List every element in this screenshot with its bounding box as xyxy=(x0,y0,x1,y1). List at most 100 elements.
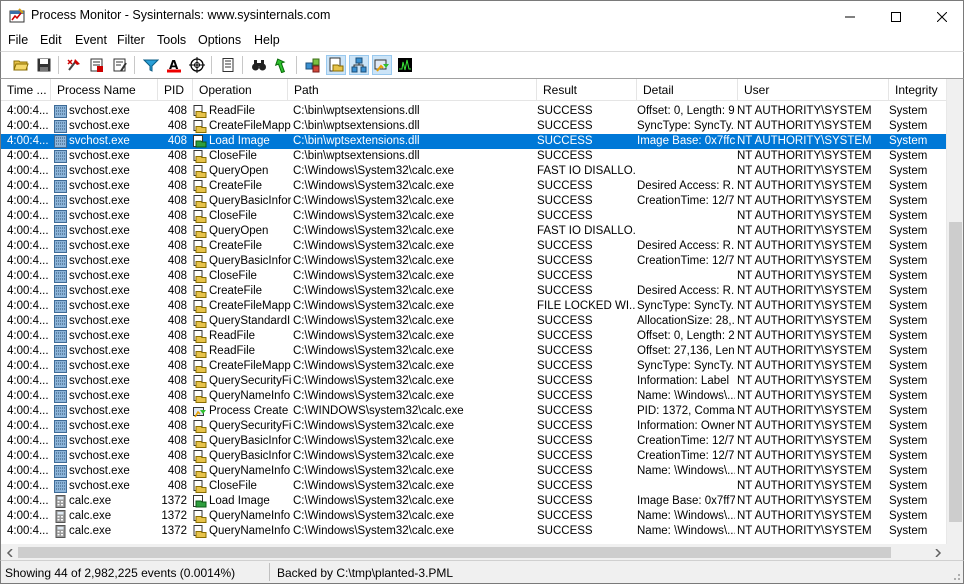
column-header-path[interactable]: Path xyxy=(288,79,537,101)
menu-filter[interactable]: Filter xyxy=(117,33,145,47)
event-row[interactable]: 4:00:4... svchost.exe 408 QuerySecurityFile… xyxy=(1,374,946,389)
file-operation-icon xyxy=(193,465,207,478)
process-tree-button[interactable] xyxy=(218,55,238,75)
chevron-left-icon xyxy=(6,548,13,557)
profiling-events-button[interactable] xyxy=(395,55,415,75)
service-host-icon xyxy=(54,225,67,238)
event-row[interactable]: 4:00:4... svchost.exe 408 ReadFile C:\Window… xyxy=(1,329,946,344)
include-process-button[interactable] xyxy=(187,55,207,75)
save-icon xyxy=(37,58,51,72)
file-operation-icon xyxy=(193,345,207,358)
event-row[interactable]: 4:00:4... svchost.exe 408 CreateFileMapp...… xyxy=(1,359,946,374)
event-list[interactable]: Time ... Process Name PID Operation Path… xyxy=(0,78,964,560)
pid-cell: 408 xyxy=(167,300,187,312)
column-header-time[interactable]: Time ... xyxy=(1,79,51,101)
event-row[interactable]: 4:00:4... svchost.exe 408 CreateFileMapp...… xyxy=(1,299,946,314)
service-host-icon xyxy=(54,390,67,403)
path-cell: C:\Windows\System32\calc.exe xyxy=(293,300,455,312)
result-cell: SUCCESS xyxy=(537,270,593,282)
save-button[interactable] xyxy=(34,55,54,75)
menu-options[interactable]: Options xyxy=(198,33,241,47)
horizontal-scrollbar[interactable] xyxy=(1,544,946,560)
event-row[interactable]: 4:00:4... svchost.exe 408 ReadFile C:\Window… xyxy=(1,344,946,359)
registry-activity-button[interactable] xyxy=(303,55,323,75)
file-activity-button[interactable] xyxy=(326,55,346,75)
highlight-button[interactable]: A xyxy=(164,55,184,75)
event-row[interactable]: 4:00:4... svchost.exe 408 QueryStandardI...… xyxy=(1,314,946,329)
menu-help[interactable]: Help xyxy=(254,33,280,47)
event-row[interactable]: 4:00:4... svchost.exe 408 QueryBasicInfor..… xyxy=(1,254,946,269)
time-cell: 4:00:4... xyxy=(7,255,49,267)
resize-grip-icon[interactable] xyxy=(949,569,961,581)
vertical-scrollbar-thumb[interactable] xyxy=(949,222,962,522)
event-row[interactable]: 4:00:4... svchost.exe 408 QueryNameInfo... C… xyxy=(1,389,946,404)
event-row[interactable]: 4:00:4... svchost.exe 408 ReadFile C:\bin\wp… xyxy=(1,104,946,119)
process-create-icon xyxy=(193,407,206,418)
event-row[interactable]: 4:00:4... svchost.exe 408 QueryOpen C:\Windo… xyxy=(1,224,946,239)
event-row[interactable]: 4:00:4... svchost.exe 408 QueryBasicInfor..… xyxy=(1,449,946,464)
filter-button[interactable] xyxy=(141,55,161,75)
time-cell: 4:00:4... xyxy=(7,195,49,207)
event-row[interactable]: 4:00:4... svchost.exe 408 CreateFileMapp...… xyxy=(1,119,946,134)
column-header-pid[interactable]: PID xyxy=(158,79,193,101)
minimize-button[interactable] xyxy=(827,1,873,32)
event-row[interactable]: 4:00:4... svchost.exe 408 QuerySecurityFile… xyxy=(1,419,946,434)
event-row[interactable]: 4:00:4... svchost.exe 408 CloseFile C:\bin\w… xyxy=(1,149,946,164)
event-row[interactable]: 4:00:4... svchost.exe 408 CreateFile C:\Wind… xyxy=(1,284,946,299)
event-row[interactable]: 4:00:4... svchost.exe 408 CreateFile C:\Wind… xyxy=(1,179,946,194)
operation-cell: Process Create xyxy=(209,405,289,417)
event-row[interactable]: 4:00:4... svchost.exe 408 CloseFile C:\Windo… xyxy=(1,269,946,284)
process-thread-activity-button[interactable] xyxy=(372,55,392,75)
maximize-button[interactable] xyxy=(873,1,919,32)
menu-event[interactable]: Event xyxy=(75,33,107,47)
column-header-detail[interactable]: Detail xyxy=(637,79,738,101)
user-cell: NT AUTHORITY\SYSTEM xyxy=(737,240,872,252)
event-row[interactable]: 4:00:4... svchost.exe 408 CreateFile C:\Wind… xyxy=(1,239,946,254)
vertical-scrollbar[interactable] xyxy=(946,79,963,544)
event-row[interactable]: 4:00:4... svchost.exe 408 CloseFile C:\Windo… xyxy=(1,479,946,494)
menu-edit[interactable]: Edit xyxy=(40,33,62,47)
column-header-row: Time ... Process Name PID Operation Path… xyxy=(1,79,946,101)
find-button[interactable] xyxy=(249,55,269,75)
pid-cell: 1372 xyxy=(161,495,187,507)
title-bar[interactable]: Process Monitor - Sysinternals: www.sysi… xyxy=(0,0,964,31)
event-row[interactable]: 4:00:4... svchost.exe 408 QueryNameInfo... C… xyxy=(1,464,946,479)
path-cell: C:\Windows\System32\calc.exe xyxy=(293,225,455,237)
filter-icon xyxy=(143,59,159,72)
event-row[interactable]: 4:00:4... svchost.exe 408 CloseFile C:\Windo… xyxy=(1,209,946,224)
column-header-user[interactable]: User xyxy=(738,79,889,101)
horizontal-scrollbar-thumb[interactable] xyxy=(18,547,891,558)
operation-cell: QueryOpen xyxy=(209,225,269,237)
pid-cell: 408 xyxy=(167,270,187,282)
capture-button[interactable] xyxy=(64,55,84,75)
jump-to-button[interactable] xyxy=(272,55,292,75)
event-row[interactable]: 4:00:4... calc.exe 1372 QueryNameInfo... C:\… xyxy=(1,509,946,524)
result-cell: SUCCESS xyxy=(537,195,593,207)
event-row[interactable]: 4:00:4... svchost.exe 408 QueryBasicInfor..… xyxy=(1,434,946,449)
menu-tools[interactable]: Tools xyxy=(157,33,186,47)
event-row-selected[interactable]: 4:00:4... svchost.exe 408 Load Image C:\bin\… xyxy=(1,134,946,149)
column-header-result[interactable]: Result xyxy=(537,79,637,101)
registry-activity-icon xyxy=(305,58,320,73)
close-button[interactable] xyxy=(919,1,964,32)
file-operation-icon xyxy=(193,450,207,463)
event-row[interactable]: 4:00:4... calc.exe 1372 Load Image C:\Window… xyxy=(1,494,946,509)
event-row[interactable]: 4:00:4... svchost.exe 408 QueryBasicInfor..… xyxy=(1,194,946,209)
open-button[interactable] xyxy=(11,55,31,75)
event-row[interactable]: 4:00:4... svchost.exe 408 QueryOpen C:\Windo… xyxy=(1,164,946,179)
event-row[interactable]: 4:00:4... calc.exe 1372 QueryNameInfo... C:\… xyxy=(1,524,946,539)
scroll-left-button[interactable] xyxy=(1,544,18,560)
clear-button[interactable] xyxy=(110,55,130,75)
close-icon xyxy=(937,11,947,22)
column-header-process-name[interactable]: Process Name xyxy=(51,79,158,101)
network-activity-button[interactable] xyxy=(349,55,369,75)
event-row[interactable]: 4:00:4... svchost.exe 408 Process Create C:\… xyxy=(1,404,946,419)
pid-cell: 408 xyxy=(167,105,187,117)
menu-file[interactable]: File xyxy=(8,33,28,47)
column-header-integrity[interactable]: Integrity xyxy=(889,79,946,101)
result-cell: SUCCESS xyxy=(537,210,593,222)
time-cell: 4:00:4... xyxy=(7,345,49,357)
autoscroll-button[interactable] xyxy=(87,55,107,75)
column-header-operation[interactable]: Operation xyxy=(193,79,288,101)
scroll-right-button[interactable] xyxy=(929,544,946,560)
